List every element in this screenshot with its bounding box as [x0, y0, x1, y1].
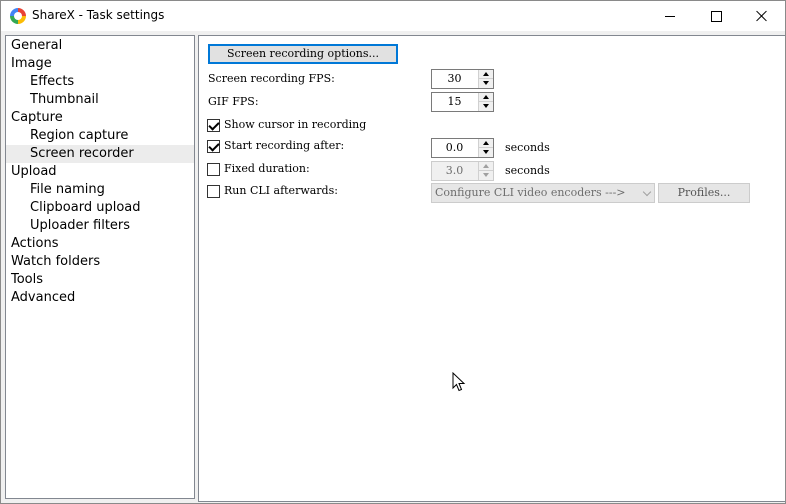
start-delay-increment-button[interactable] [478, 139, 493, 148]
task-settings-window: ShareX - Task settings General Image Eff… [0, 0, 786, 504]
nav-item-watch-folders[interactable]: Watch folders [11, 253, 194, 271]
nav-item-upload[interactable]: Upload [11, 163, 194, 181]
arrow-up-icon [483, 72, 489, 76]
nav-item-image[interactable]: Image [11, 55, 194, 73]
arrow-down-icon [483, 81, 489, 85]
nav-item-general[interactable]: General [11, 37, 194, 55]
fixed-duration-label[interactable]: Fixed duration: [224, 161, 310, 177]
fps-increment-button[interactable] [478, 70, 493, 79]
fixed-duration-unit: seconds [505, 164, 550, 177]
nav-item-effects[interactable]: Effects [30, 73, 194, 91]
fps-label: Screen recording FPS: [208, 72, 335, 85]
start-recording-after-checkbox[interactable] [207, 140, 220, 153]
gif-fps-numeric-input[interactable]: 15 [431, 92, 494, 112]
nav-item-actions[interactable]: Actions [11, 235, 194, 253]
start-delay-unit: seconds [505, 141, 550, 154]
start-delay-decrement-button[interactable] [478, 148, 493, 157]
arrow-up-icon [483, 95, 489, 99]
fixed-duration-decrement-button[interactable] [478, 171, 493, 180]
close-icon [756, 10, 768, 22]
fixed-duration-spinner[interactable] [478, 162, 493, 180]
minimize-button[interactable] [647, 1, 693, 31]
fps-decrement-button[interactable] [478, 79, 493, 88]
cli-encoder-select[interactable]: Configure CLI video encoders ---> [431, 183, 655, 203]
nav-item-capture[interactable]: Capture [11, 109, 194, 127]
nav-item-region-capture[interactable]: Region capture [30, 127, 194, 145]
cli-encoder-select-value: Configure CLI video encoders ---> [435, 186, 626, 199]
fixed-duration-value[interactable]: 3.0 [432, 162, 477, 180]
mouse-cursor-icon [452, 372, 466, 392]
maximize-button[interactable] [693, 1, 739, 31]
fixed-duration-numeric-input[interactable]: 3.0 [431, 161, 494, 181]
fixed-duration-checkbox[interactable] [207, 163, 220, 176]
nav-item-clipboard-upload[interactable]: Clipboard upload [30, 199, 194, 217]
gif-fps-value[interactable]: 15 [432, 93, 477, 111]
gif-fps-increment-button[interactable] [478, 93, 493, 102]
fps-value[interactable]: 30 [432, 70, 477, 88]
nav-item-tools[interactable]: Tools [11, 271, 194, 289]
arrow-up-icon [483, 164, 489, 168]
nav-item-advanced[interactable]: Advanced [11, 289, 194, 307]
screen-recording-options-button[interactable]: Screen recording options... [208, 44, 398, 64]
run-cli-checkbox[interactable] [207, 185, 220, 198]
nav-item-uploader-filters[interactable]: Uploader filters [30, 217, 194, 235]
title-bar[interactable]: ShareX - Task settings [1, 1, 785, 31]
fps-spinner[interactable] [478, 70, 493, 88]
sharex-logo-icon [10, 8, 26, 24]
profiles-button[interactable]: Profiles... [658, 183, 750, 203]
arrow-up-icon [483, 141, 489, 145]
nav-item-screen-recorder[interactable]: Screen recorder [6, 145, 194, 163]
settings-nav-tree[interactable]: General Image Effects Thumbnail Capture … [5, 35, 195, 499]
gif-fps-spinner[interactable] [478, 93, 493, 111]
start-delay-spinner[interactable] [478, 139, 493, 157]
minimize-icon [665, 15, 675, 17]
start-recording-after-label[interactable]: Start recording after: [224, 138, 344, 154]
screen-recorder-panel: Screen recording options... Screen recor… [198, 35, 785, 502]
run-cli-label[interactable]: Run CLI afterwards: [224, 183, 338, 199]
chevron-down-icon [642, 187, 652, 197]
arrow-down-icon [483, 173, 489, 177]
gif-fps-label: GIF FPS: [208, 95, 259, 108]
nav-item-thumbnail[interactable]: Thumbnail [30, 91, 194, 109]
show-cursor-checkbox[interactable] [207, 119, 220, 132]
fps-numeric-input[interactable]: 30 [431, 69, 494, 89]
arrow-down-icon [483, 150, 489, 154]
show-cursor-label[interactable]: Show cursor in recording [224, 117, 366, 133]
start-delay-value[interactable]: 0.0 [432, 139, 477, 157]
window-title: ShareX - Task settings [32, 8, 165, 22]
fixed-duration-increment-button[interactable] [478, 162, 493, 171]
close-button[interactable] [739, 1, 785, 31]
start-delay-numeric-input[interactable]: 0.0 [431, 138, 494, 158]
gif-fps-decrement-button[interactable] [478, 102, 493, 111]
maximize-icon [710, 10, 722, 22]
nav-item-file-naming[interactable]: File naming [30, 181, 194, 199]
arrow-down-icon [483, 104, 489, 108]
